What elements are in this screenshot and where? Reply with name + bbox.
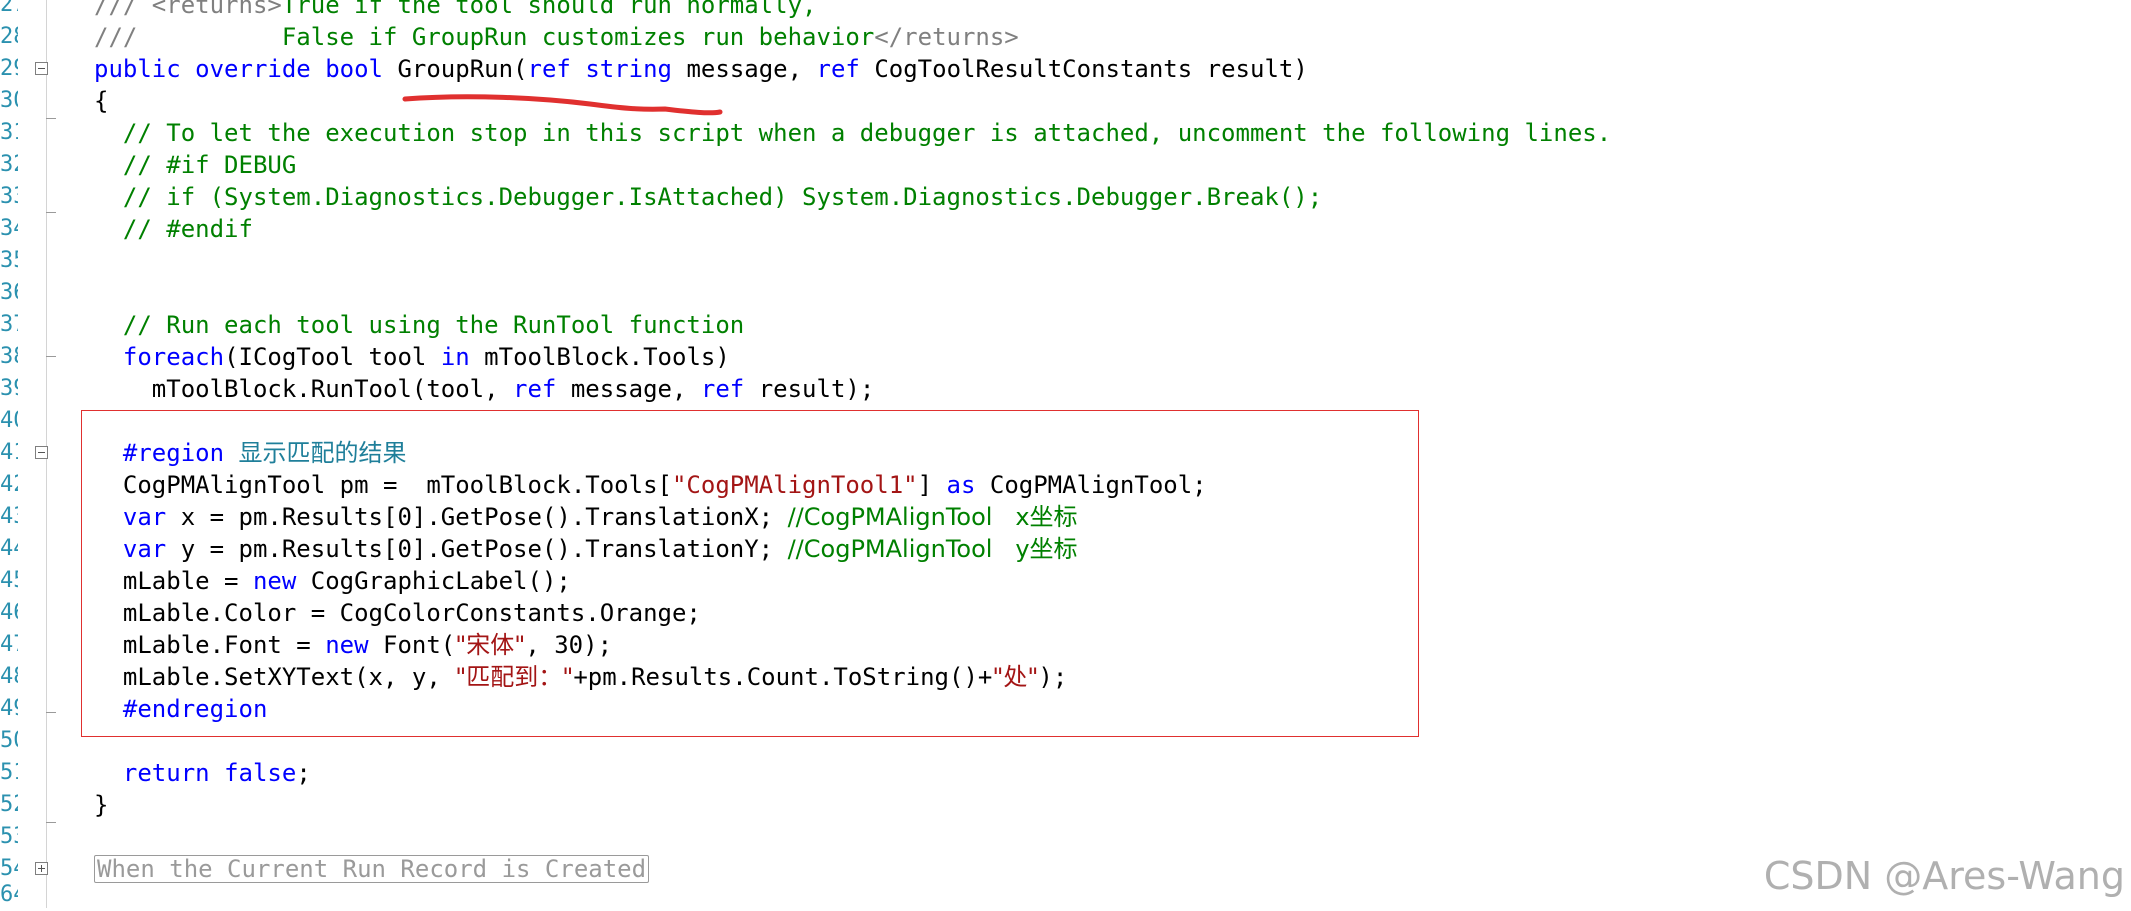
- red-underline-stroke: [402, 94, 723, 116]
- code-editor[interactable]: 27/// <returns>True if the tool should r…: [0, 0, 2131, 908]
- red-underline-annotation: [402, 94, 723, 116]
- fold-guide-tick: [46, 118, 56, 119]
- fold-guide-tick: [46, 822, 56, 823]
- fold-guide-tick: [46, 712, 56, 713]
- fold-guide-tick: [46, 212, 56, 213]
- fold-guide-tick: [46, 356, 56, 357]
- watermark-text: CSDN @Ares-Wang: [1763, 854, 2125, 898]
